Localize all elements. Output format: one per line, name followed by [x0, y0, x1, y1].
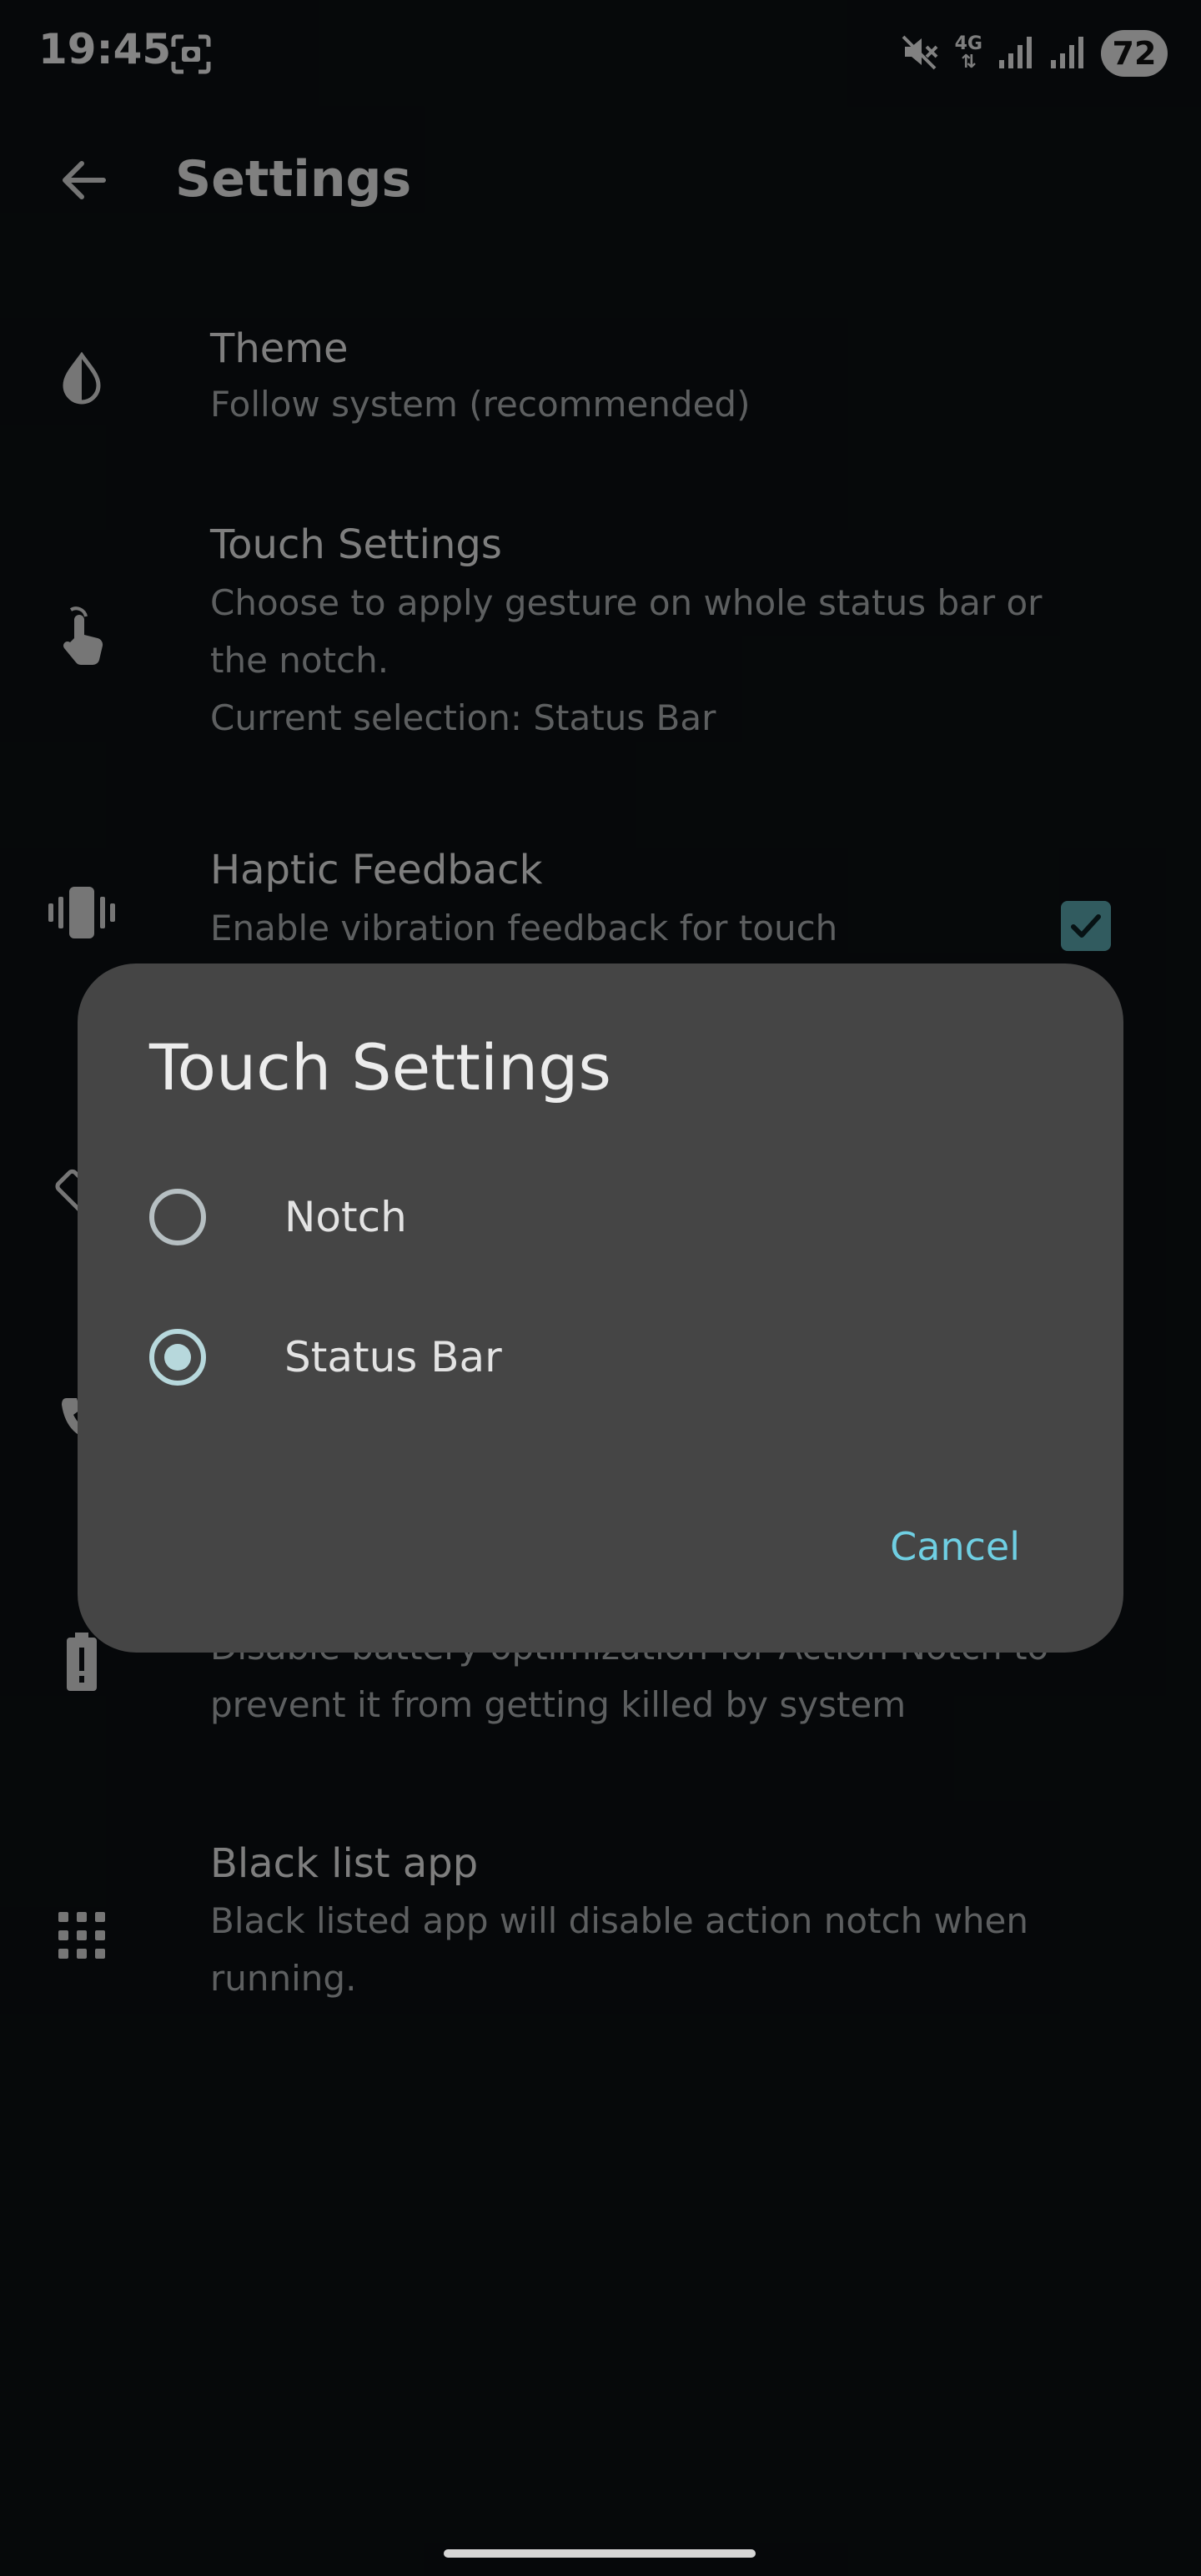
- option-label: Status Bar: [284, 1333, 502, 1381]
- radio-selected-dot: [164, 1344, 191, 1371]
- home-indicator[interactable]: [444, 2549, 756, 2558]
- cancel-button[interactable]: Cancel: [890, 1514, 1020, 1579]
- radio-notch[interactable]: [149, 1189, 206, 1245]
- touch-settings-dialog: Touch Settings Notch Status Bar Cancel: [78, 963, 1123, 1653]
- option-status-bar[interactable]: Status Bar: [149, 1307, 1067, 1407]
- option-label: Notch: [284, 1193, 407, 1241]
- radio-status-bar[interactable]: [149, 1329, 206, 1386]
- option-notch[interactable]: Notch: [149, 1167, 1067, 1267]
- dialog-title: Touch Settings: [149, 1030, 612, 1104]
